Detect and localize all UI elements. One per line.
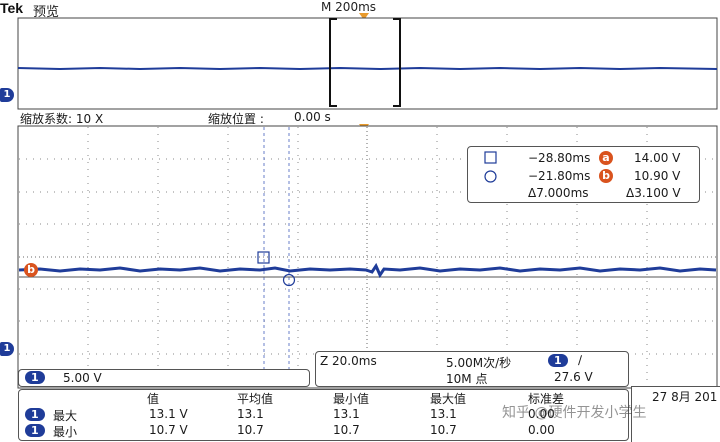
header-max: 最大值: [430, 392, 467, 406]
cursor-readout: −28.80ms −21.80ms Δ7.000ms a b 14.00 V 1…: [467, 146, 700, 203]
zoom-timebase: Z 20.0ms: [320, 354, 377, 368]
trigger-source-badge: 1: [548, 354, 568, 367]
row2-max: 10.7: [430, 423, 457, 437]
row1-min: 13.1: [333, 407, 360, 421]
ref-b-marker[interactable]: b: [24, 263, 38, 277]
date-label: 27 8月 201: [652, 390, 718, 404]
ch1-badge: 1: [25, 371, 45, 384]
cursor-a-value: 14.00 V: [634, 151, 681, 165]
delta-time: Δ7.000ms: [528, 186, 589, 200]
trigger-slope-icon: ∕: [578, 353, 583, 367]
cursor-b-value: 10.90 V: [634, 169, 681, 183]
header-mean: 平均值: [237, 392, 274, 406]
ch1-scale-box[interactable]: 1 5.00 V: [18, 369, 310, 387]
row2-name: 最小: [53, 425, 78, 439]
row1-value: 13.1 V: [149, 407, 188, 421]
row2-mean: 10.7: [237, 423, 264, 437]
ch1-zoom-marker[interactable]: 1: [0, 342, 14, 356]
header-value: 值: [147, 392, 160, 406]
row2-min: 10.7: [333, 423, 360, 437]
acquisition-box[interactable]: Z 20.0ms 5.00M次/秒 10M 点 1 ∕ 27.6 V: [315, 351, 629, 387]
trigger-level: 27.6 V: [554, 370, 593, 384]
ch1-scale-value: 5.00 V: [63, 371, 102, 385]
row1-max: 13.1: [430, 407, 457, 421]
square-cursor-icon: [484, 151, 497, 164]
square-cursor-time: −28.80ms: [528, 151, 591, 165]
row1-name: 最大: [53, 409, 78, 423]
sample-rate: 5.00M次/秒: [446, 356, 512, 370]
header-min: 最小值: [333, 392, 370, 406]
cursor-b-badge: b: [599, 169, 613, 183]
cursor-a-badge: a: [599, 151, 613, 165]
circle-cursor-icon: [484, 170, 497, 183]
watermark: 知乎 @硬件开发小学生: [502, 405, 647, 421]
row2-value: 10.7 V: [149, 423, 188, 437]
circle-cursor-time: −21.80ms: [528, 169, 591, 183]
row1-ch-badge: 1: [25, 408, 45, 421]
record-length: 10M 点: [446, 372, 488, 386]
row1-mean: 13.1: [237, 407, 264, 421]
row2-ch-badge: 1: [25, 424, 45, 437]
delta-volt: Δ3.100 V: [626, 186, 681, 200]
row2-std: 0.00: [528, 423, 555, 437]
